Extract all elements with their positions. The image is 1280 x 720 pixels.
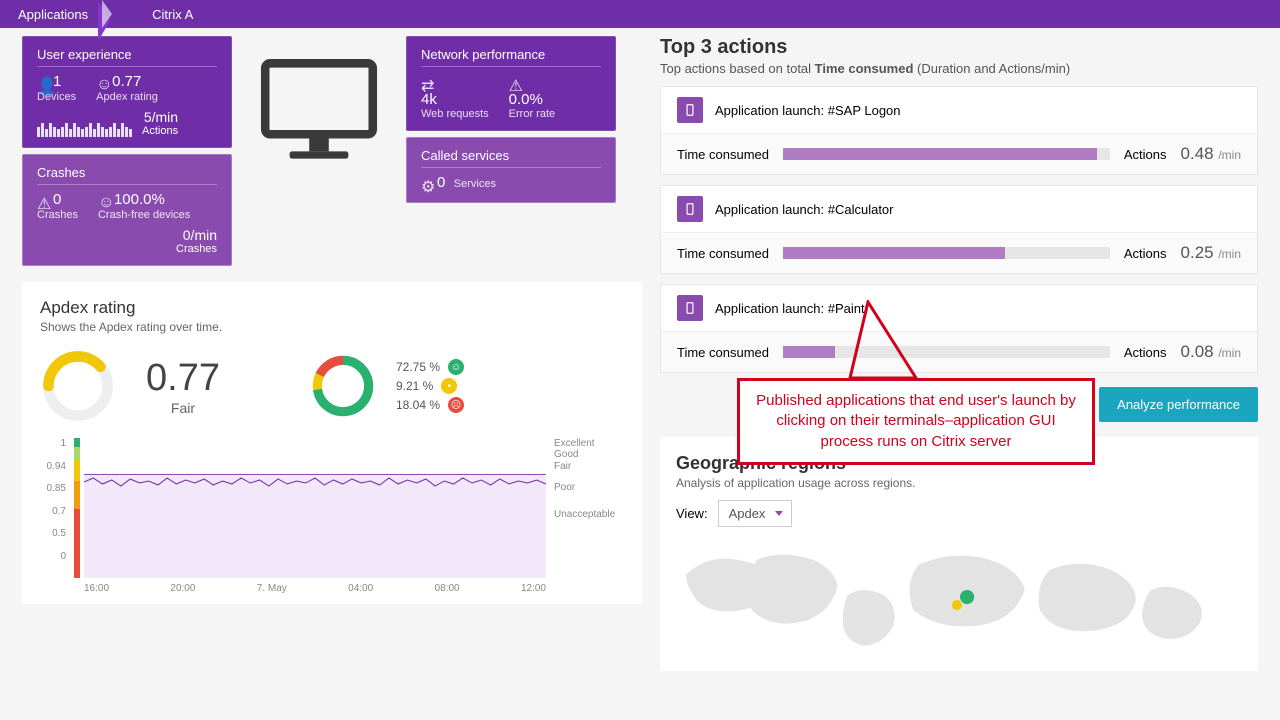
action-row[interactable]: Application launch: #Calculator Time con… [660, 185, 1258, 274]
monitor-icon [254, 56, 384, 166]
legend-poor: 18.04 % [396, 398, 440, 412]
x-axis: 16:0020:007. May04:0008:0012:00 [84, 583, 546, 594]
crashfree-label: Crash-free devices [98, 209, 190, 221]
network-icon: ⇄ [421, 76, 433, 88]
device-icon [677, 295, 703, 321]
card-title: Crashes [37, 165, 217, 185]
apdex-value: 0.77 [112, 73, 141, 90]
actions-rate: 5/min [142, 109, 178, 125]
time-bar [783, 346, 1110, 358]
legend-fair: 9.21 % [396, 379, 433, 393]
neutral-icon: • [441, 378, 457, 394]
geo-subtitle: Analysis of application usage across reg… [676, 476, 1242, 490]
legend-good: 72.75 % [396, 360, 440, 374]
card-title: User experience [37, 47, 217, 67]
top-actions-title: Top 3 actions [660, 36, 1258, 59]
actions-label: Actions [1124, 345, 1167, 360]
world-map[interactable] [676, 535, 1242, 655]
apdex-rating-label: Fair [146, 400, 220, 416]
time-consumed-label: Time consumed [677, 345, 769, 360]
crash-rate-label: Crashes [176, 243, 217, 255]
card-services[interactable]: Called services ⚙ 0 Services [406, 137, 616, 203]
device-icon [677, 97, 703, 123]
chevron-right-icon [102, 0, 136, 28]
apdex-legend: 72.75 % ☺ 9.21 % • 18.04 % ☹ [396, 356, 464, 416]
analyze-performance-button[interactable]: Analyze performance [1099, 387, 1258, 422]
smile-icon: ☺ [98, 194, 110, 206]
services-value: 0 [437, 174, 445, 191]
card-user-experience[interactable]: User experience 👤1 Devices ☺0.77 Apdex r… [22, 36, 232, 148]
apdex-title: Apdex rating [40, 298, 624, 318]
card-network[interactable]: Network performance ⇄ 4k Web requests ⚠ … [406, 36, 616, 131]
devices-label: Devices [37, 91, 76, 103]
action-rate: 0.48 [1181, 144, 1219, 163]
apdex-gauge [40, 348, 116, 424]
rate-unit: /min [1218, 247, 1241, 261]
smile-icon: ☺ [448, 359, 464, 375]
card-title: Network performance [421, 47, 601, 67]
card-title: Called services [421, 148, 601, 168]
time-consumed-label: Time consumed [677, 246, 769, 261]
apdex-number: 0.77 [146, 357, 220, 400]
callout-pointer [848, 300, 918, 380]
apdex-label: Apdex rating [96, 91, 158, 103]
alert-icon: ⚠ [509, 76, 521, 88]
services-label: Services [454, 178, 496, 190]
actions-rate-label: Actions [142, 125, 178, 137]
geo-panel: Geographic regions Analysis of applicati… [660, 437, 1258, 671]
alert-icon: ⚠ [37, 194, 49, 206]
action-row[interactable]: Application launch: #Paint Time consumed… [660, 284, 1258, 373]
apdex-donut [310, 353, 376, 419]
crashes-value: 0 [53, 191, 61, 208]
action-row[interactable]: Application launch: #SAP Logon Time cons… [660, 86, 1258, 175]
crashfree-value: 100.0% [114, 191, 165, 208]
user-icon: 👤 [37, 76, 49, 88]
card-crashes[interactable]: Crashes ⚠ 0 Crashes ☺ 100.0% Crash-free de… [22, 154, 232, 266]
y-axis: 10.940.850.70.50 [40, 438, 66, 578]
action-name: Application launch: #Calculator [715, 202, 894, 217]
time-consumed-label: Time consumed [677, 147, 769, 162]
annotation-callout: Published applications that end user's l… [737, 378, 1095, 465]
smile-icon: ☺ [96, 76, 108, 88]
threshold-bands [74, 438, 80, 578]
device-icon [677, 196, 703, 222]
actions-label: Actions [1124, 147, 1167, 162]
frown-icon: ☹ [448, 397, 464, 413]
requests-label: Web requests [421, 108, 489, 120]
actions-label: Actions [1124, 246, 1167, 261]
action-name: Application launch: #Paint [715, 301, 865, 316]
action-rate: 0.25 [1181, 243, 1219, 262]
action-name: Application launch: #SAP Logon [715, 103, 901, 118]
apdex-panel: Apdex rating Shows the Apdex rating over… [22, 282, 642, 604]
crash-rate: 0/min [37, 227, 217, 243]
rate-unit: /min [1218, 148, 1241, 162]
apdex-subtitle: Shows the Apdex rating over time. [40, 320, 624, 334]
breadcrumb: Applications Citrix A [0, 0, 1280, 28]
top-actions-subtitle: Top actions based on total Time consumed… [660, 61, 1258, 76]
gear-icon: ⚙ [421, 177, 433, 189]
action-rate: 0.08 [1181, 342, 1219, 361]
breadcrumb-current[interactable]: Citrix A [142, 7, 207, 22]
apdex-chart[interactable]: 16:0020:007. May04:0008:0012:00 [74, 438, 546, 594]
view-label: View: [676, 506, 708, 521]
time-bar [783, 247, 1110, 259]
sparkline [37, 121, 132, 137]
rate-unit: /min [1218, 346, 1241, 360]
view-select[interactable]: Apdex [718, 500, 793, 527]
time-bar [783, 148, 1110, 160]
error-label: Error rate [509, 108, 555, 120]
band-labels: ExcellentGoodFairPoorUnacceptable [554, 438, 624, 578]
breadcrumb-root[interactable]: Applications [8, 7, 102, 22]
crashes-label: Crashes [37, 209, 78, 221]
